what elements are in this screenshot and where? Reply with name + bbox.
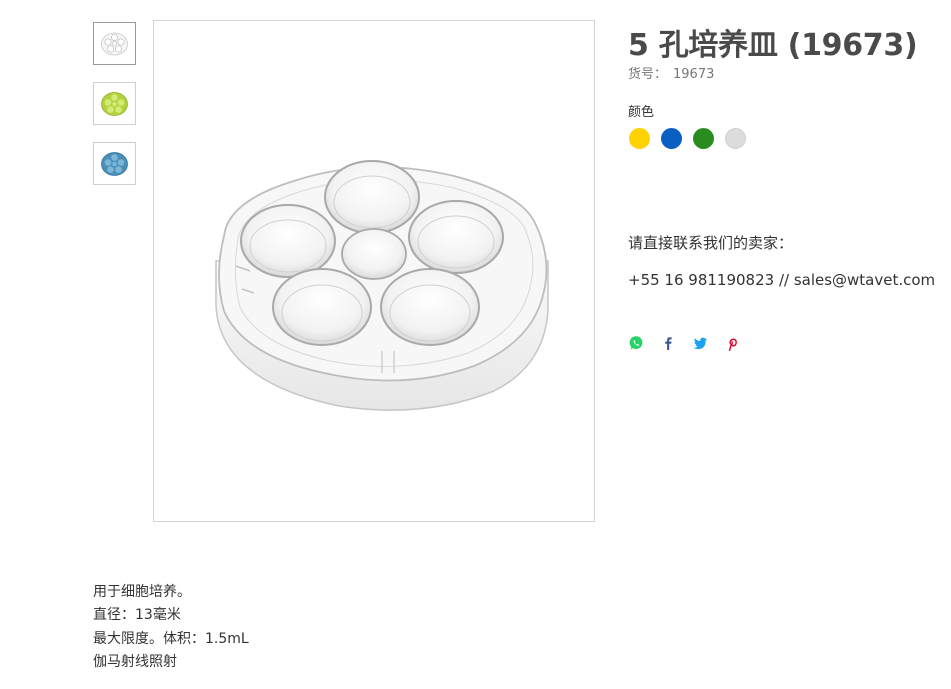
dish-thumbnail-image [101, 92, 128, 116]
description-line: 最大限度。体积：1.5mL [93, 630, 249, 647]
dish-thumbnail-image [101, 152, 128, 176]
culture-dish-image [215, 160, 549, 411]
pinterest-icon [728, 338, 737, 351]
thumbnail-clear[interactable] [93, 22, 136, 65]
swatch-green[interactable] [693, 128, 714, 149]
share-whatsapp-button[interactable] [628, 335, 644, 351]
contact-info: +55 16 981190823 // sales@wtavet.com [628, 271, 936, 289]
share-twitter-button[interactable] [692, 335, 708, 351]
main-product-image[interactable] [153, 20, 595, 522]
twitter-icon [693, 337, 707, 350]
sku: 货号： 19673 [628, 63, 714, 82]
share-pinterest-button[interactable] [724, 335, 740, 351]
swatch-blue[interactable] [661, 128, 682, 149]
share-facebook-button[interactable] [660, 335, 676, 351]
thumbnail-lime[interactable] [93, 82, 136, 125]
swatch-yellow[interactable] [629, 128, 650, 149]
color-swatches [629, 128, 746, 149]
product-page: 5 孔培养皿 (19673) 货号： 19673 颜色 请直接联系我们的卖家： +… [0, 0, 951, 689]
dish-thumbnail-image [101, 32, 128, 56]
thumbnail-blue[interactable] [93, 142, 136, 185]
description-line: 直径：13毫米 [93, 607, 181, 624]
contact-heading: 请直接联系我们的卖家： [628, 234, 794, 252]
description-line: 伽马射线照射 [93, 653, 177, 670]
share-bar [628, 335, 740, 351]
whatsapp-icon [629, 336, 643, 350]
sku-value: 19673 [673, 67, 715, 82]
facebook-icon [665, 337, 672, 350]
product-title: 5 孔培养皿 (19673) [628, 28, 918, 63]
product-description: 用于细胞培养。 直径：13毫米 最大限度。体积：1.5mL 伽马射线照射 [93, 581, 249, 674]
swatch-gray[interactable] [725, 128, 746, 149]
sku-label: 货号： [628, 67, 668, 82]
description-line: 用于细胞培养。 [93, 584, 191, 600]
color-label: 颜色 [628, 105, 655, 120]
